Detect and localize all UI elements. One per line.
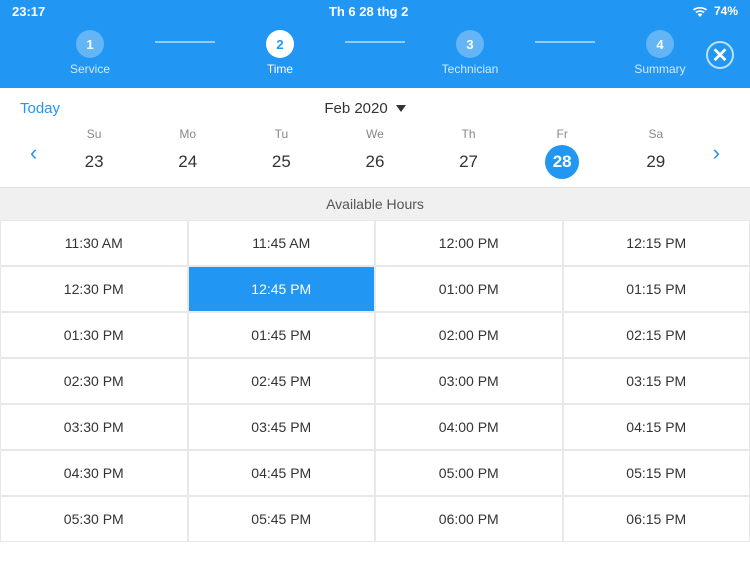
time-slot[interactable]: 01:15 PM xyxy=(563,266,750,312)
status-icons: 74% xyxy=(692,4,738,18)
day-number: 29 xyxy=(639,145,673,179)
available-hours-header: Available Hours xyxy=(0,187,750,220)
days-row: Su 23 Mo 24 Tu 25 We 26 Th 27 Fr 28 Sa 2… xyxy=(47,127,702,179)
step-1-label: Service xyxy=(70,62,110,76)
day-item-29[interactable]: Sa 29 xyxy=(639,127,673,179)
step-2-label: Time xyxy=(267,62,293,76)
available-hours-label: Available Hours xyxy=(326,196,424,212)
time-slot[interactable]: 05:30 PM xyxy=(0,496,188,542)
step-3[interactable]: 3 Technician xyxy=(405,30,535,76)
status-bar: 23:17 Th 6 28 thg 2 74% xyxy=(0,0,750,22)
wifi-icon xyxy=(692,5,708,17)
day-number: 23 xyxy=(77,145,111,179)
steps-container: 1 Service 2 Time 3 Technician 4 Summary xyxy=(25,30,725,76)
time-slot[interactable]: 03:00 PM xyxy=(375,358,563,404)
time-slot[interactable]: 01:45 PM xyxy=(188,312,376,358)
time-slot[interactable]: 01:30 PM xyxy=(0,312,188,358)
day-name: Sa xyxy=(648,127,663,141)
step-2-circle: 2 xyxy=(266,30,294,58)
month-selector[interactable]: Feb 2020 xyxy=(324,100,405,117)
day-item-28[interactable]: Fr 28 xyxy=(545,127,579,179)
battery-text: 74% xyxy=(714,4,738,18)
time-slot[interactable]: 06:15 PM xyxy=(563,496,750,542)
time-slot[interactable]: 01:00 PM xyxy=(375,266,563,312)
day-number: 25 xyxy=(264,145,298,179)
day-name: Mo xyxy=(179,127,196,141)
time-slot[interactable]: 02:00 PM xyxy=(375,312,563,358)
time-slot[interactable]: 12:30 PM xyxy=(0,266,188,312)
day-number: 28 xyxy=(545,145,579,179)
status-day: Th 6 28 thg 2 xyxy=(329,4,408,19)
today-button[interactable]: Today xyxy=(20,100,60,117)
time-slot[interactable]: 05:00 PM xyxy=(375,450,563,496)
step-2[interactable]: 2 Time xyxy=(215,30,345,76)
step-3-label: Technician xyxy=(442,62,499,76)
step-connector-2 xyxy=(345,41,405,43)
time-slot[interactable]: 12:45 PM xyxy=(188,266,376,312)
step-1-circle: 1 xyxy=(76,30,104,58)
time-slot[interactable]: 03:15 PM xyxy=(563,358,750,404)
day-name: Fr xyxy=(557,127,568,141)
day-name: Tu xyxy=(275,127,289,141)
day-number: 27 xyxy=(452,145,486,179)
month-dropdown-arrow xyxy=(396,105,406,112)
time-slot[interactable]: 02:15 PM xyxy=(563,312,750,358)
day-item-25[interactable]: Tu 25 xyxy=(264,127,298,179)
time-slot[interactable]: 12:00 PM xyxy=(375,220,563,266)
day-name: Su xyxy=(87,127,102,141)
day-item-23[interactable]: Su 23 xyxy=(77,127,111,179)
time-slot[interactable]: 05:45 PM xyxy=(188,496,376,542)
calendar-top: Today Feb 2020 xyxy=(20,100,730,117)
day-item-26[interactable]: We 26 xyxy=(358,127,392,179)
close-button[interactable]: ✕ xyxy=(706,41,734,69)
day-item-27[interactable]: Th 27 xyxy=(452,127,486,179)
step-connector-1 xyxy=(155,41,215,43)
time-slot[interactable]: 04:00 PM xyxy=(375,404,563,450)
step-4-circle: 4 xyxy=(646,30,674,58)
month-label: Feb 2020 xyxy=(324,100,387,117)
status-time: 23:17 xyxy=(12,4,45,19)
time-slot[interactable]: 11:45 AM xyxy=(188,220,376,266)
step-1[interactable]: 1 Service xyxy=(25,30,155,76)
step-connector-3 xyxy=(535,41,595,43)
step-4-label: Summary xyxy=(634,62,685,76)
day-name: We xyxy=(366,127,384,141)
time-slot[interactable]: 02:30 PM xyxy=(0,358,188,404)
calendar-section: Today Feb 2020 ‹ Su 23 Mo 24 Tu 25 We 26… xyxy=(0,88,750,187)
day-item-24[interactable]: Mo 24 xyxy=(171,127,205,179)
step-header: 1 Service 2 Time 3 Technician 4 Summary … xyxy=(0,22,750,88)
time-slot[interactable]: 03:45 PM xyxy=(188,404,376,450)
time-slot[interactable]: 04:30 PM xyxy=(0,450,188,496)
time-slot[interactable]: 04:15 PM xyxy=(563,404,750,450)
time-slot[interactable]: 02:45 PM xyxy=(188,358,376,404)
time-slot[interactable]: 12:15 PM xyxy=(563,220,750,266)
day-name: Th xyxy=(462,127,476,141)
week-nav: ‹ Su 23 Mo 24 Tu 25 We 26 Th 27 Fr 28 Sa… xyxy=(20,127,730,179)
next-week-button[interactable]: › xyxy=(703,140,730,166)
day-number: 24 xyxy=(171,145,205,179)
time-slot[interactable]: 05:15 PM xyxy=(563,450,750,496)
prev-week-button[interactable]: ‹ xyxy=(20,140,47,166)
step-3-circle: 3 xyxy=(456,30,484,58)
time-slot[interactable]: 11:30 AM xyxy=(0,220,188,266)
day-number: 26 xyxy=(358,145,392,179)
time-slot[interactable]: 06:00 PM xyxy=(375,496,563,542)
time-grid: 11:30 AM11:45 AM12:00 PM12:15 PM 12:30 PM… xyxy=(0,220,750,542)
time-slot[interactable]: 04:45 PM xyxy=(188,450,376,496)
time-slot[interactable]: 03:30 PM xyxy=(0,404,188,450)
